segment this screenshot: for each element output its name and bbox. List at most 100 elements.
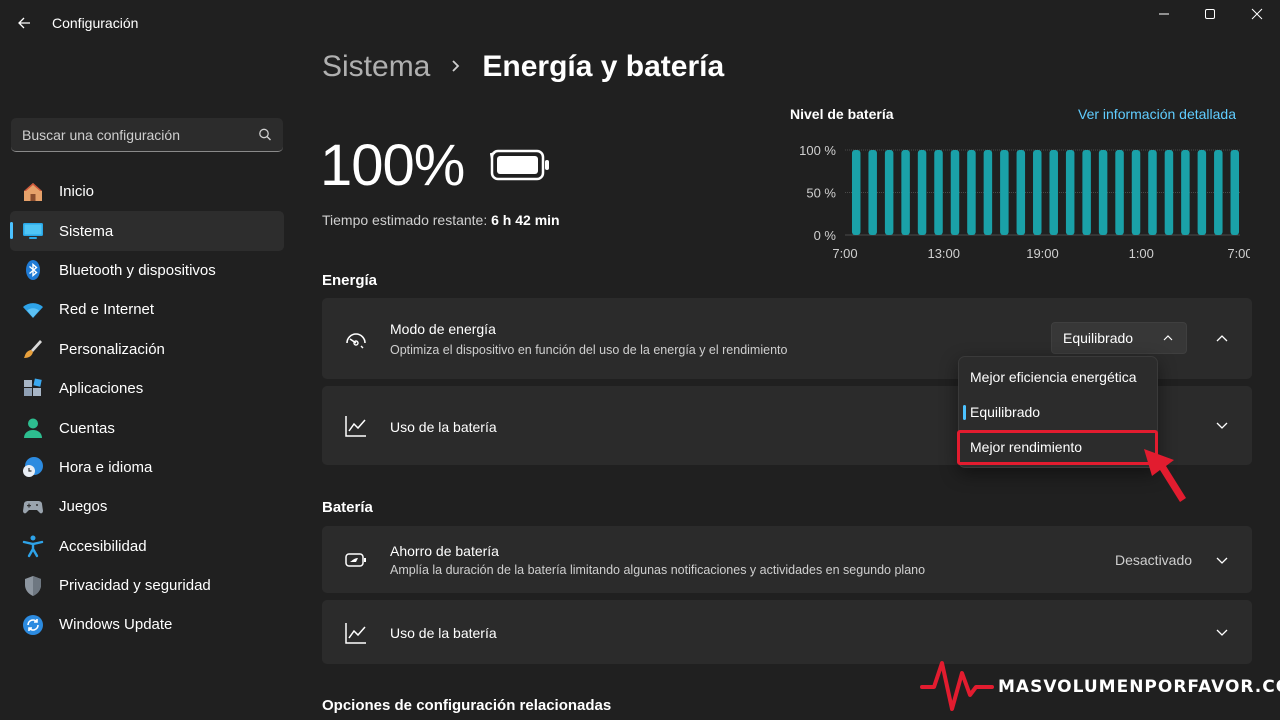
close-button[interactable] <box>1237 4 1277 24</box>
y-tick-label: 0 % <box>814 228 837 243</box>
battery-bar <box>1082 150 1091 235</box>
x-tick-label: 13:00 <box>927 246 960 261</box>
detailed-info-link[interactable]: Ver información detallada <box>1078 106 1236 122</box>
update-icon <box>21 613 45 637</box>
battery-bar <box>967 150 976 235</box>
battery-bar <box>1098 150 1108 235</box>
battery-full-icon <box>490 149 549 181</box>
sidebar-item-label: Personalización <box>59 340 165 358</box>
chevron-up-icon <box>1163 335 1173 341</box>
battery-bar <box>934 150 943 235</box>
pulse-logo-icon <box>920 661 994 711</box>
breadcrumb-parent[interactable]: Sistema <box>322 50 430 84</box>
title-bar: Configuración <box>0 0 1280 46</box>
power-mode-select[interactable]: Equilibrado <box>1051 322 1187 354</box>
battery-bar <box>1115 150 1124 235</box>
sidebar-item-accesibilidad[interactable]: Accesibilidad <box>10 527 284 566</box>
sidebar-item-personalizacion[interactable]: Personalización <box>10 330 284 369</box>
power-mode-selected-value: Equilibrado <box>1063 330 1134 346</box>
battery-bar <box>1016 150 1026 235</box>
battery-bar <box>1049 150 1058 235</box>
x-tick-label: 1:00 <box>1129 246 1154 261</box>
search-placeholder: Buscar una configuración <box>22 127 180 143</box>
sidebar-item-hora[interactable]: Hora e idioma <box>10 448 284 487</box>
battery-bar <box>1214 150 1223 235</box>
y-tick-label: 50 % <box>806 186 836 201</box>
line-chart-icon <box>345 623 366 644</box>
time-remaining: Tiempo estimado restante: 6 h 42 min <box>322 212 560 228</box>
x-tick-label: 7:00 <box>1227 246 1250 261</box>
chevron-down-icon[interactable] <box>1214 552 1230 568</box>
sidebar-item-label: Sistema <box>59 222 114 240</box>
battery-level-chart: 100 % 50 % 0 % 7:00 13:00 19:00 1:00 7:00 <box>799 143 1250 261</box>
battery-bar <box>950 150 960 235</box>
option-mejor-eficiencia[interactable]: Mejor eficiencia energética <box>963 361 1155 393</box>
search-input[interactable]: Buscar una configuración <box>11 118 283 152</box>
sidebar-item-label: Privacidad y seguridad <box>59 577 211 595</box>
sidebar-item-label: Bluetooth y dispositivos <box>59 261 216 279</box>
sidebar-item-label: Juegos <box>59 498 108 516</box>
x-tick-label: 7:00 <box>832 246 857 261</box>
watermark-text: MASVOLUMENPORFAVOR.COM <box>998 677 1280 697</box>
chevron-down-icon[interactable] <box>1214 417 1230 433</box>
battery-bar <box>917 150 927 235</box>
page-title: Energía y batería <box>482 50 725 83</box>
chevron-down-icon[interactable] <box>1214 624 1230 640</box>
option-label: Equilibrado <box>970 404 1041 420</box>
sidebar-item-sistema[interactable]: Sistema <box>10 211 284 251</box>
line-chart-icon <box>345 416 366 437</box>
sidebar-item-cuentas[interactable]: Cuentas <box>10 408 284 447</box>
sidebar-item-privacidad[interactable]: Privacidad y seguridad <box>10 566 284 605</box>
time-remaining-value: 6 h 42 min <box>491 212 560 228</box>
gamepad-icon <box>21 495 45 519</box>
sidebar-item-label: Windows Update <box>59 616 173 634</box>
minimize-button[interactable] <box>1144 4 1184 24</box>
search-icon <box>259 128 271 141</box>
back-button[interactable] <box>10 10 38 36</box>
battery-saver-card[interactable]: Ahorro de batería Amplía la duración de … <box>322 526 1252 593</box>
battery-usage-title: Uso de la batería <box>390 419 497 435</box>
maximize-button[interactable] <box>1190 4 1230 24</box>
y-tick-label: 100 % <box>799 143 836 158</box>
battery-bar <box>1033 150 1042 235</box>
shield-icon <box>21 574 45 598</box>
sidebar-item-windows-update[interactable]: Windows Update <box>10 605 284 644</box>
app-title: Configuración <box>52 15 139 31</box>
sidebar-item-aplicaciones[interactable]: Aplicaciones <box>10 369 284 408</box>
option-equilibrado[interactable]: Equilibrado <box>963 396 1155 428</box>
sidebar-nav: Inicio Sistema Bluetooth y dispositivos … <box>10 172 284 645</box>
apps-icon <box>21 377 45 401</box>
breadcrumb: Sistema Energía y batería <box>322 50 724 84</box>
battery-saver-status: Desactivado <box>1115 552 1193 568</box>
bluetooth-icon <box>21 258 45 282</box>
speedometer-icon <box>346 333 366 349</box>
brush-icon <box>21 337 45 361</box>
highlight-box <box>957 430 1158 465</box>
watermark: MASVOLUMENPORFAVOR.COM <box>920 655 1280 715</box>
x-tick-label: 19:00 <box>1026 246 1059 261</box>
battery-bar <box>868 150 877 235</box>
maximize-icon <box>1205 9 1215 19</box>
power-mode-title: Modo de energía <box>390 321 496 337</box>
monitor-icon <box>21 219 45 243</box>
battery-percent: 100% <box>320 133 465 198</box>
sidebar-item-label: Aplicaciones <box>59 380 144 398</box>
time-remaining-label: Tiempo estimado restante: <box>322 212 488 228</box>
battery-bar <box>851 150 861 235</box>
back-arrow-icon <box>18 17 30 29</box>
battery-saver-title: Ahorro de batería <box>390 543 499 559</box>
battery-bar <box>884 150 894 235</box>
sidebar-item-red[interactable]: Red e Internet <box>10 290 284 329</box>
sidebar-item-juegos[interactable]: Juegos <box>10 487 284 526</box>
power-mode-subtitle: Optimiza el dispositivo en función del u… <box>390 343 788 357</box>
sidebar-item-label: Cuentas <box>59 419 115 437</box>
battery-bar <box>1065 150 1075 235</box>
pointer-arrow-icon <box>1144 449 1186 502</box>
sidebar-item-bluetooth[interactable]: Bluetooth y dispositivos <box>10 251 284 290</box>
battery-bar <box>1164 150 1174 235</box>
sidebar-item-label: Accesibilidad <box>59 537 147 555</box>
option-label: Mejor eficiencia energética <box>970 369 1137 385</box>
account-icon <box>21 416 45 440</box>
chevron-up-icon[interactable] <box>1214 331 1230 347</box>
sidebar-item-inicio[interactable]: Inicio <box>10 172 284 211</box>
